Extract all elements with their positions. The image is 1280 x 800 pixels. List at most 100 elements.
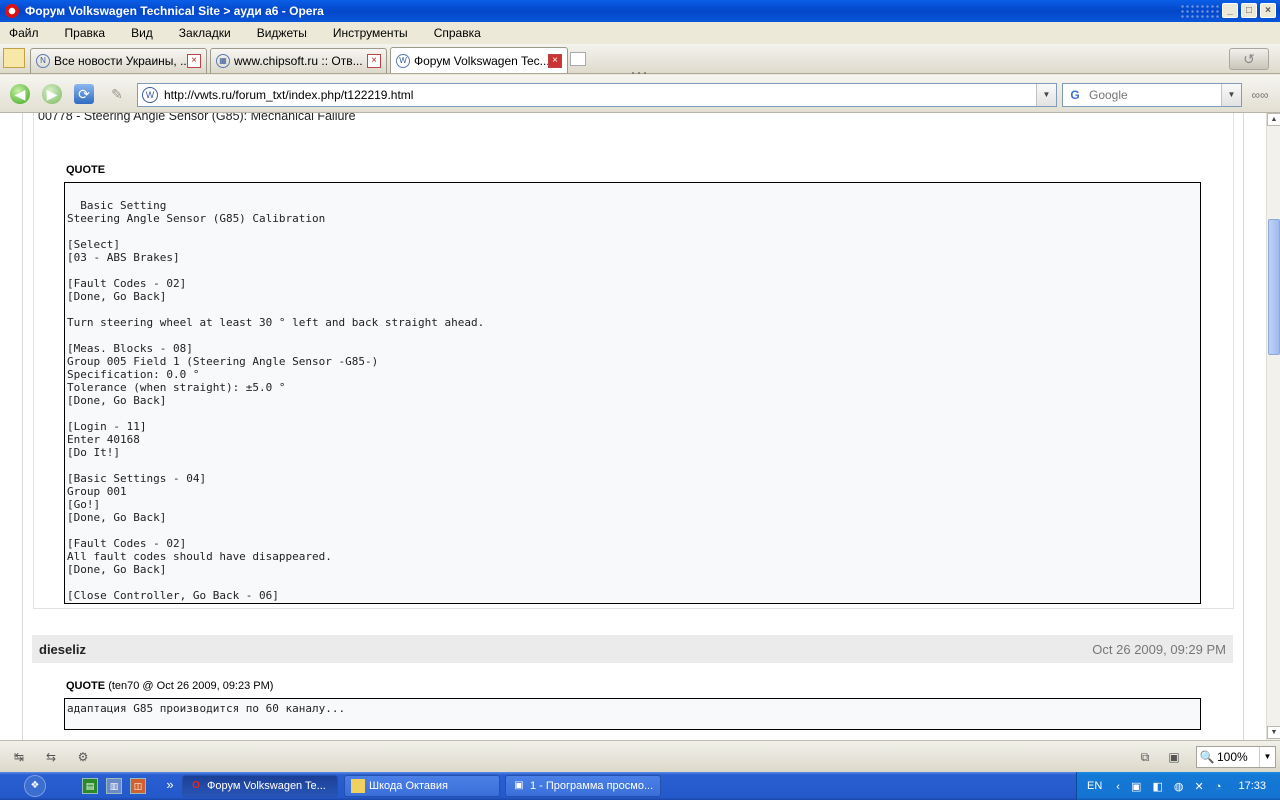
status-bar: ↹ ⇆ ⚙ ⧉ ▣ 🔍 100% ▼ [0, 740, 1280, 772]
tab-favicon-icon: W [396, 53, 410, 68]
menu-tools[interactable]: Инструменты [333, 26, 408, 40]
panel-icon[interactable]: ⧉ [1134, 750, 1156, 764]
quote-line: [Fault Codes - 02] [67, 537, 187, 550]
quote-line [67, 329, 1198, 342]
quicklaunch-overflow-icon[interactable]: » [162, 778, 178, 794]
address-bar[interactable]: W ▼ [137, 83, 1057, 107]
quote-line: [Go!] [67, 498, 101, 511]
quote-line: Group 005 Field 1 (Steering Angle Sensor… [67, 355, 379, 368]
tab-label: Все новости Украины, ... [54, 54, 187, 68]
turbo-settings-icon[interactable]: ⚙ [72, 750, 94, 764]
quote-line: [Select] [67, 238, 120, 251]
tab-favicon-icon: ▦ [216, 54, 230, 68]
quote-line: [Done, Go Back] [67, 511, 167, 524]
quicklaunch-app-icon[interactable]: ▥ [106, 778, 122, 794]
start-button[interactable]: ❖ [24, 775, 46, 797]
unite-icon[interactable]: ⇆ [40, 750, 62, 764]
back-button[interactable]: ◀ [7, 82, 33, 106]
quote-line: All fault codes should have disappeared. [67, 550, 332, 563]
vertical-scrollbar[interactable]: ▲ ▼ [1266, 113, 1280, 740]
image-viewer-icon: ▣ [514, 780, 524, 791]
quicklaunch-app-icon[interactable]: ▤ [82, 778, 98, 794]
address-dropdown-icon[interactable]: ▼ [1036, 84, 1056, 106]
status-tool-icon[interactable]: ↹ [8, 750, 30, 764]
quote-label-text: QUOTE [66, 680, 106, 692]
titlebar-decoration [1180, 4, 1220, 18]
quote-meta: (ten70 @ Oct 26 2009, 09:23 PM) [108, 680, 274, 692]
page-viewport: 00778 - Steering Angle Sensor (G85): Mec… [0, 113, 1266, 740]
quicklaunch-app-icon[interactable]: ◫ [130, 778, 146, 794]
reload-icon: ⟳ [74, 84, 94, 104]
closed-tabs-trash-icon[interactable]: ↺ [1229, 48, 1269, 70]
opera-icon: O [192, 780, 200, 791]
quote-line [67, 576, 1198, 589]
reload-button[interactable]: ⟳ [71, 82, 97, 106]
minimize-button[interactable]: _ [1222, 3, 1238, 18]
wand-icon: ✎ [111, 86, 123, 102]
menu-widgets[interactable]: Виджеты [257, 26, 307, 40]
taskbar-button-folder[interactable]: ▭ Шкода Октавия [344, 775, 500, 797]
tab-close-icon[interactable]: × [548, 53, 562, 68]
tab-news[interactable]: N Все новости Украины, ... × [30, 48, 207, 73]
new-tab-button[interactable] [570, 52, 586, 66]
quote-line [67, 407, 1198, 420]
search-box[interactable]: G ▼ [1062, 83, 1242, 107]
quote-block: Basic Setting Steering Angle Sensor (G85)… [64, 182, 1201, 604]
quote-line: [Basic Settings - 04] [67, 472, 207, 485]
quote-line: Specification: 0.0 ° [67, 368, 200, 381]
quote-line: [Fault Codes - 02] [67, 277, 187, 290]
quote-label: QUOTE [66, 164, 106, 176]
forward-arrow-icon: ▶ [42, 84, 62, 104]
taskbar-button-label: Форум Volkswagen Te... [207, 780, 326, 792]
scroll-down-icon[interactable]: ▼ [1267, 726, 1280, 739]
tab-vw-forum[interactable]: W Форум Volkswagen Tec... × [390, 47, 568, 73]
window-title: Форум Volkswagen Technical Site > ауди а… [25, 4, 324, 18]
menu-bookmarks[interactable]: Закладки [179, 26, 231, 40]
forward-button[interactable]: ▶ [39, 82, 65, 106]
quote-line: [Done, Go Back] [67, 394, 167, 407]
taskbar-button-opera[interactable]: O Форум Volkswagen Te... [182, 775, 338, 797]
url-input[interactable] [164, 88, 1024, 102]
menu-view[interactable]: Вид [131, 26, 153, 40]
menu-help[interactable]: Справка [434, 26, 481, 40]
quote-line: [03 - ABS Brakes] [67, 251, 180, 264]
wand-button[interactable]: ✎ [104, 82, 130, 106]
panel-toggle-button[interactable] [3, 48, 25, 68]
post-header: dieseliz Oct 26 2009, 09:29 PM [32, 635, 1233, 663]
tab-close-icon[interactable]: × [187, 54, 201, 68]
quote-line: Group 001 [67, 485, 127, 498]
folder-icon: ▭ [351, 779, 365, 793]
search-input[interactable] [1089, 88, 1219, 102]
tab-close-icon[interactable]: × [367, 54, 381, 68]
tab-label: www.chipsoft.ru :: Отв... [234, 54, 363, 68]
quote-line [67, 459, 1198, 472]
quote-line [67, 225, 1198, 238]
zoom-control[interactable]: 🔍 100% ▼ [1196, 746, 1276, 768]
taskbar-button-label: Шкода Октавия [369, 780, 448, 792]
language-indicator[interactable]: EN [1087, 780, 1102, 792]
zoom-dropdown-icon[interactable]: ▼ [1259, 747, 1275, 767]
quote-block: адаптация G85 производится по 60 каналу.… [64, 698, 1201, 730]
zoom-icon: 🔍 [1199, 750, 1215, 764]
menu-edit[interactable]: Правка [65, 26, 106, 40]
menu-file[interactable]: Файл [9, 26, 39, 40]
search-engine-dropdown-icon[interactable]: ▼ [1221, 84, 1241, 106]
quote-line: Steering Angle Sensor (G85) Calibration [67, 212, 326, 225]
scroll-up-icon[interactable]: ▲ [1267, 113, 1280, 126]
quote-line: Enter 40168 [67, 433, 140, 446]
taskbar-button-label: 1 - Программа просмо... [530, 780, 654, 792]
zoom-value: 100% [1217, 750, 1248, 764]
images-icon[interactable]: ▣ [1163, 750, 1185, 764]
post-author[interactable]: dieseliz [39, 642, 86, 657]
close-window-button[interactable]: × [1260, 3, 1276, 18]
quote-line: [Close Controller, Go Back - 06] [67, 589, 279, 602]
quote-label: QUOTE (ten70 @ Oct 26 2009, 09:23 PM) [66, 680, 273, 692]
tray-icons[interactable]: ‹ ▣ ◧ ◍ ✕ ◔ [1116, 780, 1225, 793]
reading-glasses-icon[interactable]: ∞∞ [1247, 86, 1273, 104]
tab-chipsoft[interactable]: ▦ www.chipsoft.ru :: Отв... × [210, 48, 387, 73]
scroll-thumb[interactable] [1268, 219, 1280, 355]
quote-line: [Meas. Blocks - 08] [67, 342, 193, 355]
maximize-button[interactable]: □ [1241, 3, 1257, 18]
taskbar-button-viewer[interactable]: ▣ 1 - Программа просмо... [505, 775, 661, 797]
tab-label: Форум Volkswagen Tec... [414, 53, 548, 68]
